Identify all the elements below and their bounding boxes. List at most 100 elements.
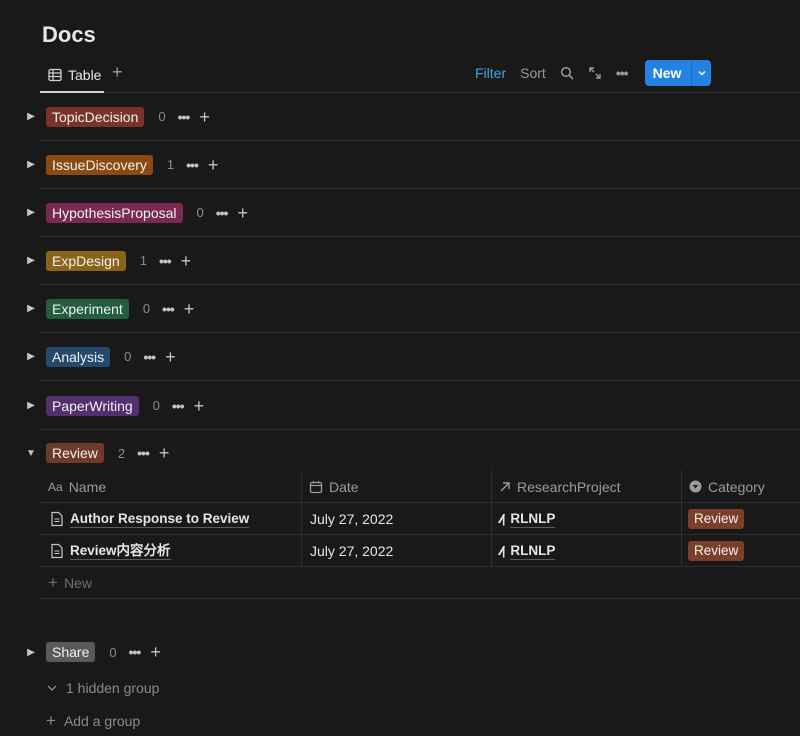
row-date-cell[interactable]: July 27, 2022 <box>310 503 393 535</box>
caret-down-icon[interactable]: ▼ <box>22 448 40 459</box>
caret-right-icon[interactable]: ▶ <box>22 351 40 362</box>
project-logo-icon: ⁄⁄| <box>500 544 505 558</box>
category-tag: Review <box>688 541 745 561</box>
row-name-cell[interactable]: Review内容分析 <box>50 535 171 567</box>
add-group-label: Add a group <box>63 713 141 729</box>
group-row: ▶ PaperWriting 0 ••• + <box>27 382 800 430</box>
row-category-cell[interactable]: Review <box>688 503 745 535</box>
row-project-cell[interactable]: ⁄⁄| RLNLP <box>500 503 556 535</box>
group-more-icon[interactable]: ••• <box>162 301 175 317</box>
caret-right-icon[interactable]: ▶ <box>22 159 40 170</box>
row-name-cell[interactable]: Author Response to Review <box>50 503 250 535</box>
row-date: July 27, 2022 <box>310 543 394 559</box>
group-more-icon[interactable]: ••• <box>159 253 172 269</box>
table-icon <box>48 68 62 82</box>
group-row: ▶ HypothesisProposal 0 ••• + <box>27 189 800 237</box>
group-count: 1 <box>139 253 147 268</box>
group-tag: PaperWriting <box>46 395 139 416</box>
column-header-date[interactable]: Date <box>309 470 359 503</box>
row-category-cell[interactable]: Review <box>688 535 745 567</box>
column-header-name[interactable]: Aa Name <box>48 470 106 503</box>
group-tag: HypothesisProposal <box>46 202 183 223</box>
table-header: Aa Name Date ResearchProject Category <box>40 470 800 503</box>
group-more-icon[interactable]: ••• <box>143 349 156 365</box>
group-row: ▶ Experiment 0 ••• + <box>27 285 800 333</box>
new-button[interactable]: New <box>645 60 711 86</box>
group-count: 1 <box>166 157 175 172</box>
group-tag: Share <box>46 642 96 662</box>
tab-table[interactable]: Table <box>48 64 101 86</box>
group-row: ▶ ExpDesign 1 ••• + <box>27 237 800 285</box>
group-count: 0 <box>109 644 117 660</box>
group-add-icon[interactable]: + <box>237 204 248 222</box>
row-title[interactable]: Author Response to Review <box>70 511 250 528</box>
group-row: ▶ TopicDecision 0 ••• + <box>27 93 800 141</box>
hidden-groups-toggle[interactable]: 1 hidden group <box>46 680 159 696</box>
text-property-icon: Aa <box>48 479 63 494</box>
add-group-button[interactable]: + Add a group <box>46 711 140 731</box>
row-project[interactable]: RLNLP <box>510 543 556 560</box>
group-more-icon[interactable]: ••• <box>216 205 229 221</box>
group-more-icon[interactable]: ••• <box>129 644 142 660</box>
category-tag: Review <box>688 509 745 529</box>
expand-button[interactable] <box>581 60 609 86</box>
page-icon <box>51 511 63 527</box>
page-icon <box>51 543 63 559</box>
chevron-down-icon <box>698 71 705 76</box>
group-tag: Analysis <box>46 346 111 367</box>
group-count: 0 <box>196 205 204 220</box>
group-add-icon[interactable]: + <box>150 643 161 661</box>
group-tag: TopicDecision <box>46 106 145 127</box>
view-toolbar: Table + Filter Sort ••• New <box>40 56 800 93</box>
group-row: ▶ Analysis 0 ••• + <box>27 333 800 381</box>
caret-right-icon[interactable]: ▶ <box>22 111 40 122</box>
plus-icon: + <box>46 711 56 730</box>
group-add-icon[interactable]: + <box>181 252 192 270</box>
filter-button[interactable]: Filter <box>468 60 513 86</box>
add-row-label: New <box>63 575 92 591</box>
add-row-button[interactable]: + New <box>40 568 800 599</box>
sort-button[interactable]: Sort <box>513 60 553 86</box>
select-property-icon <box>689 480 702 493</box>
caret-right-icon[interactable]: ▶ <box>22 255 40 266</box>
page-title: Docs <box>42 22 96 47</box>
group-add-icon[interactable]: + <box>159 444 170 462</box>
group-count: 0 <box>142 301 151 316</box>
column-header-category[interactable]: Category <box>689 470 765 503</box>
table-row[interactable]: Author Response to Review July 27, 2022 … <box>40 503 800 535</box>
add-view-button[interactable]: + <box>112 63 123 81</box>
group-count: 0 <box>124 349 132 364</box>
group-add-icon[interactable]: + <box>194 397 205 415</box>
row-project-cell[interactable]: ⁄⁄| RLNLP <box>500 535 556 567</box>
caret-right-icon[interactable]: ▶ <box>22 303 40 314</box>
group-tag: Experiment <box>46 298 129 319</box>
row-project[interactable]: RLNLP <box>510 511 556 528</box>
caret-right-icon[interactable]: ▶ <box>22 647 40 658</box>
new-dropdown-button[interactable] <box>691 60 711 86</box>
caret-right-icon[interactable]: ▶ <box>22 207 40 218</box>
group-count: 2 <box>117 445 126 461</box>
column-header-research-project[interactable]: ResearchProject <box>499 470 621 503</box>
more-options-button[interactable]: ••• <box>609 60 635 86</box>
more-icon: ••• <box>615 65 629 81</box>
group-add-icon[interactable]: + <box>208 156 219 174</box>
row-date-cell[interactable]: July 27, 2022 <box>310 535 393 567</box>
hidden-groups-label: 1 hidden group <box>66 680 160 696</box>
group-count: 0 <box>152 398 160 413</box>
group-add-icon[interactable]: + <box>165 348 176 366</box>
group-more-icon[interactable]: ••• <box>186 157 199 173</box>
group-count: 0 <box>158 109 166 124</box>
table-row[interactable]: Review内容分析 July 27, 2022 ⁄⁄| RLNLP Revie… <box>40 535 800 567</box>
group-add-icon[interactable]: + <box>184 300 195 318</box>
group-more-icon[interactable]: ••• <box>178 109 191 125</box>
group-row: ▶ IssueDiscovery 1 ••• + <box>27 141 800 189</box>
search-button[interactable] <box>553 60 581 86</box>
group-row: ▶ Share 0 ••• + <box>27 628 800 676</box>
caret-right-icon[interactable]: ▶ <box>22 400 40 411</box>
plus-icon: + <box>48 573 58 592</box>
project-logo-icon: ⁄⁄| <box>500 512 505 526</box>
row-title[interactable]: Review内容分析 <box>70 543 171 560</box>
group-add-icon[interactable]: + <box>199 108 210 126</box>
group-more-icon[interactable]: ••• <box>137 445 150 461</box>
group-more-icon[interactable]: ••• <box>172 398 185 414</box>
